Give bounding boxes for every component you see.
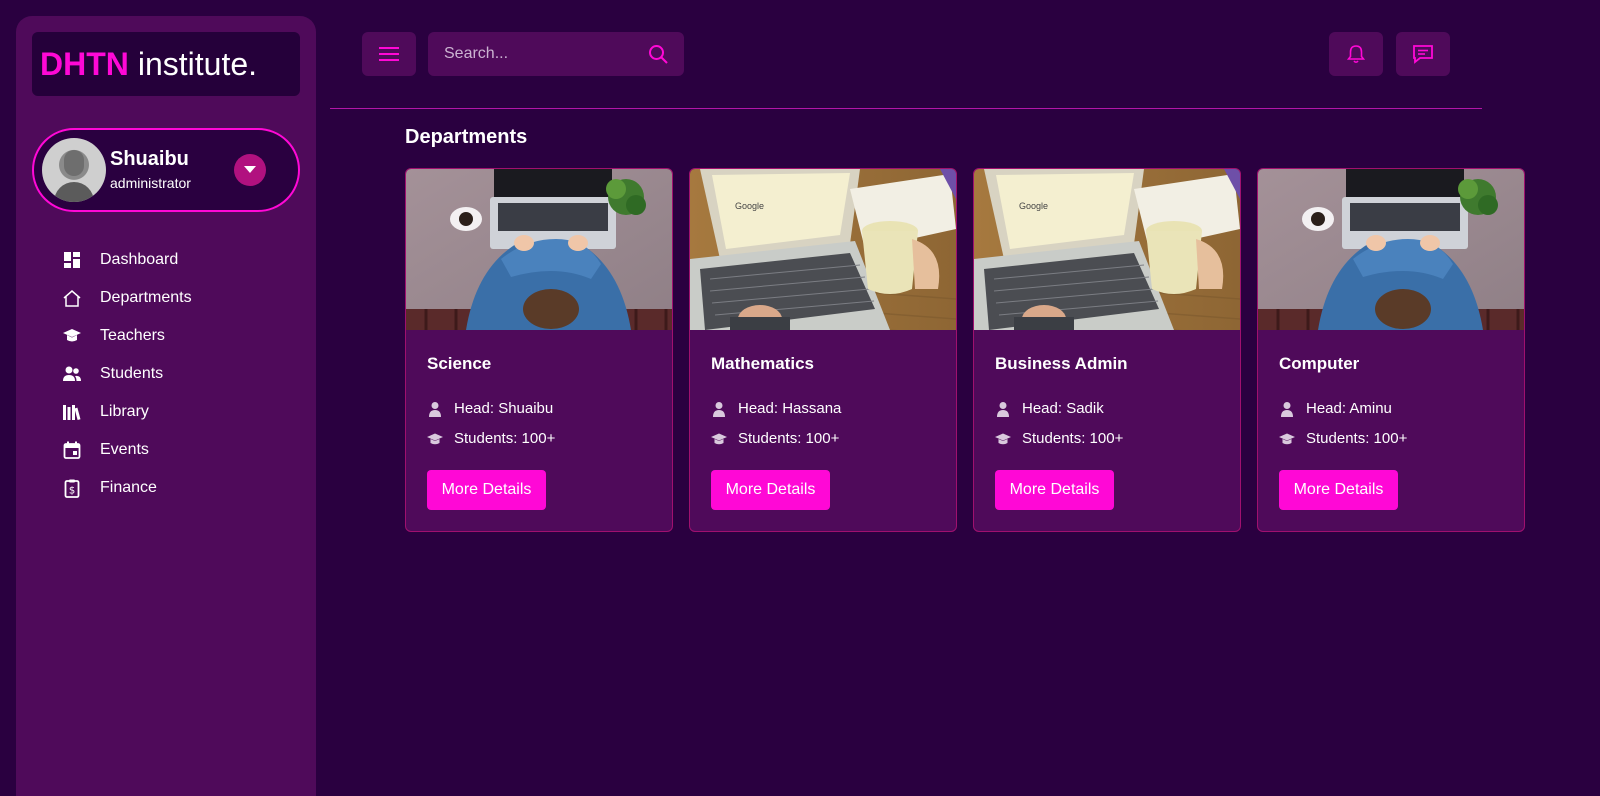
department-name: Science (427, 354, 492, 373)
sidebar-item-label: Departments (100, 289, 192, 306)
sidebar-nav: Dashboard Departments Teachers Students … (62, 241, 192, 507)
department-students-text: Students: 100+ (454, 430, 556, 447)
sidebar-item-library[interactable]: Library (62, 393, 192, 431)
department-students: Students: 100+ (995, 430, 1123, 447)
house-icon (63, 290, 81, 307)
department-image (690, 169, 956, 330)
more-details-button[interactable]: More Details (427, 470, 546, 510)
avatar[interactable] (42, 138, 106, 202)
sidebar-item-finance[interactable]: $ Finance (62, 469, 192, 507)
department-head-text: Head: Aminu (1306, 400, 1392, 417)
department-image (1258, 169, 1524, 330)
header-divider (330, 108, 1482, 109)
search-icon[interactable] (648, 44, 668, 64)
profile-role: administrator (110, 175, 191, 191)
department-students: Students: 100+ (711, 430, 839, 447)
more-details-button[interactable]: More Details (711, 470, 830, 510)
sidebar-item-label: Events (100, 441, 149, 458)
department-card: Computer Head: Aminu Students: 100+ More… (1257, 168, 1525, 532)
sidebar-item-label: Finance (100, 479, 157, 496)
profile-name: Shuaibu (110, 148, 189, 170)
department-head-text: Head: Shuaibu (454, 400, 554, 417)
department-card: Science Head: Shuaibu Students: 100+ Mor… (405, 168, 673, 532)
graduation-cap-icon (1279, 433, 1295, 444)
calendar-icon (63, 441, 81, 459)
department-head-text: Head: Hassana (738, 400, 842, 417)
department-students-text: Students: 100+ (1306, 430, 1408, 447)
department-students: Students: 100+ (1279, 430, 1407, 447)
brand-name-part2: institute. (137, 45, 258, 82)
sidebar-item-label: Teachers (100, 327, 165, 344)
brand-name-part1: DHTN (40, 45, 129, 82)
user-icon (1281, 401, 1293, 417)
graduation-cap-icon (995, 433, 1011, 444)
department-head: Head: Sadik (995, 400, 1104, 417)
sidebar-item-students[interactable]: Students (62, 355, 192, 393)
more-details-button[interactable]: More Details (1279, 470, 1398, 510)
hamburger-menu-icon (379, 47, 399, 61)
department-head: Head: Hassana (711, 400, 841, 417)
svg-text:$: $ (69, 486, 75, 497)
sidebar-item-dashboard[interactable]: Dashboard (62, 241, 192, 279)
sidebar-item-label: Library (100, 403, 149, 420)
department-students-text: Students: 100+ (1022, 430, 1124, 447)
more-details-button[interactable]: More Details (995, 470, 1114, 510)
sidebar-item-label: Dashboard (100, 251, 179, 268)
chat-icon (1413, 45, 1433, 64)
sidebar-item-label: Students (100, 365, 164, 382)
department-name: Business Admin (995, 354, 1128, 373)
caret-down-icon (244, 166, 256, 173)
bell-icon (1347, 45, 1365, 64)
menu-toggle-button[interactable] (362, 32, 416, 76)
department-image (406, 169, 672, 330)
user-icon (429, 401, 441, 417)
user-icon (997, 401, 1009, 417)
department-students: Students: 100+ (427, 430, 555, 447)
messages-button[interactable] (1396, 32, 1450, 76)
graduation-cap-icon (427, 433, 443, 444)
department-head-text: Head: Sadik (1022, 400, 1104, 417)
users-icon (63, 366, 81, 381)
user-icon (713, 401, 725, 417)
department-head: Head: Shuaibu (427, 400, 553, 417)
page-title: Departments (405, 126, 528, 148)
department-card: Mathematics Head: Hassana Students: 100+… (689, 168, 957, 532)
notifications-button[interactable] (1329, 32, 1383, 76)
sidebar: DHTN institute. Shuaibu administrator Das… (16, 16, 316, 796)
sidebar-item-departments[interactable]: Departments (62, 279, 192, 317)
sidebar-item-teachers[interactable]: Teachers (62, 317, 192, 355)
search-input[interactable] (428, 32, 638, 76)
department-name: Computer (1279, 354, 1360, 373)
department-name: Mathematics (711, 354, 814, 373)
sidebar-item-events[interactable]: Events (62, 431, 192, 469)
department-image (974, 169, 1240, 330)
dashboard-icon (64, 252, 80, 268)
department-card: Business Admin Head: Sadik Students: 100… (973, 168, 1241, 532)
department-students-text: Students: 100+ (738, 430, 840, 447)
graduation-cap-icon (711, 433, 727, 444)
profile-card: Shuaibu administrator (32, 128, 300, 212)
department-head: Head: Aminu (1279, 400, 1392, 417)
graduation-cap-icon (63, 329, 81, 342)
clipboard-dollar-icon: $ (64, 479, 80, 498)
brand-logo[interactable]: DHTN institute. (32, 32, 300, 96)
search-box (428, 32, 684, 76)
books-icon (63, 405, 81, 421)
profile-dropdown-button[interactable] (234, 154, 266, 186)
